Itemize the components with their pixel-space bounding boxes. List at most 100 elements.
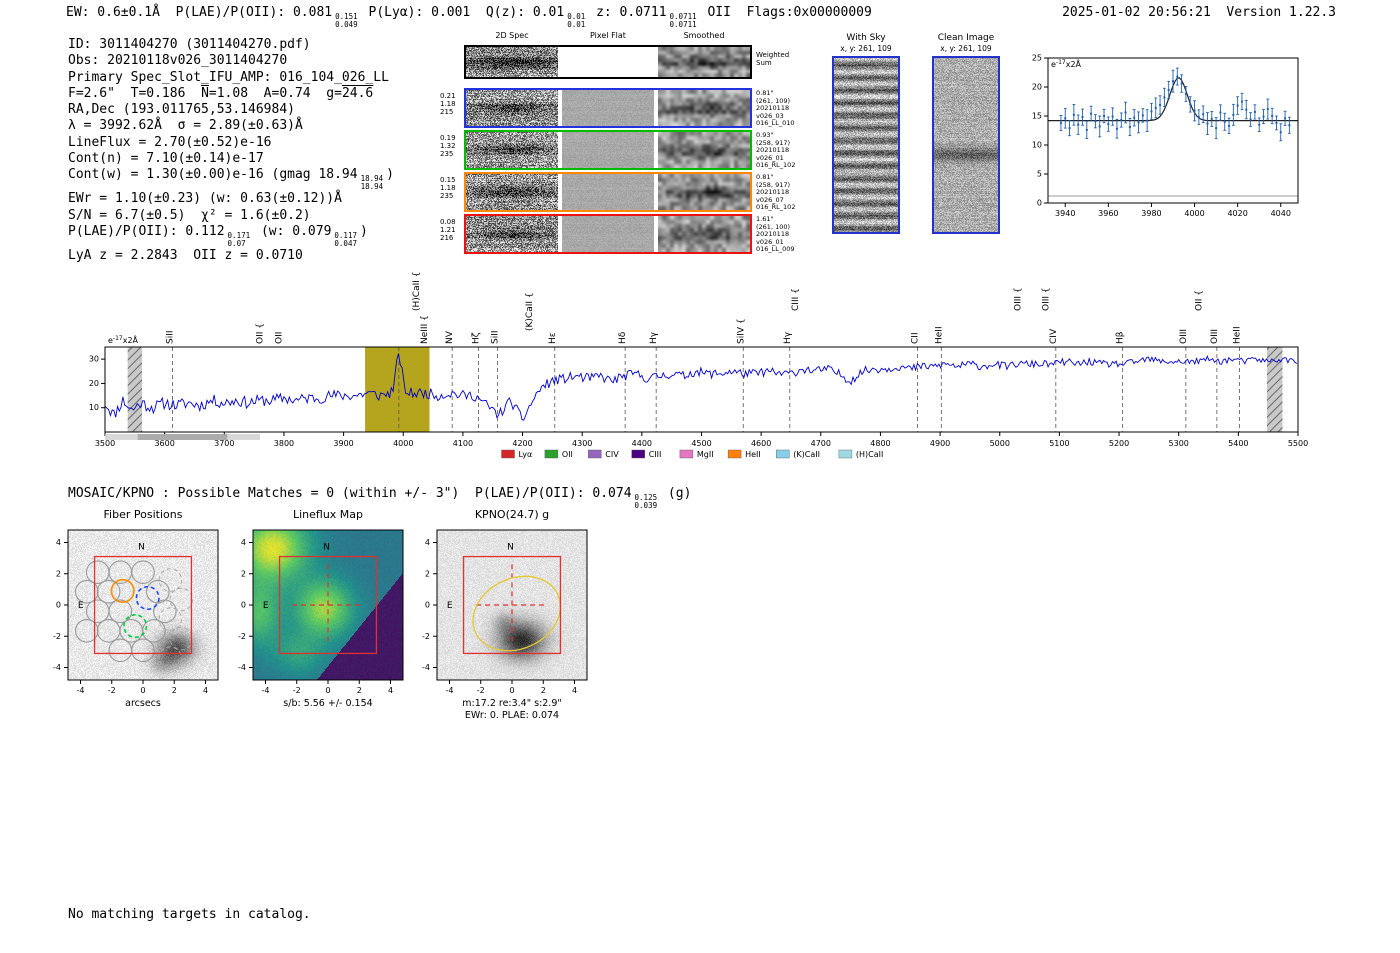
svg-text:e-17x2Å: e-17x2Å [108, 334, 139, 345]
smoothed-image [658, 132, 750, 168]
svg-text:4020: 4020 [1227, 209, 1247, 218]
full-spectrum-plot: 3500 3600 3700 3800 3900 4000 4100 4200 4300 4400… [89, 272, 1308, 460]
svg-text:(H)CaII {: (H)CaII { [412, 272, 422, 312]
lineflux-map-title: Lineflux Map [292, 508, 364, 521]
stacked-uncertainty: 0.151 0.049 [335, 12, 358, 29]
svg-text:(K)CaII: (K)CaII [793, 450, 820, 459]
kpno-overlay: N E -4 -4 -2 -2 0 0 2 2 4 4 [422, 529, 588, 695]
stacked-uncertainty: 0.01 0.01 [567, 12, 586, 29]
svg-text:OII {: OII { [255, 323, 265, 344]
footer-line-1: No matching targets in catalog. [68, 907, 311, 922]
svg-text:4300: 4300 [572, 439, 592, 448]
svg-text:4200: 4200 [512, 439, 532, 448]
spec2d-row-left-label: 0.19 1.32 235 [440, 134, 456, 158]
pixelflat-image [562, 132, 654, 168]
svg-text:-2: -2 [53, 632, 61, 641]
fiber-xlabel: arcsecs [125, 698, 161, 709]
svg-text:5000: 5000 [990, 439, 1010, 448]
svg-text:Hδ: Hδ [618, 331, 628, 344]
stacked-uncertainty: 0.125 0.039 [634, 493, 658, 510]
header-datetime-version: 2025-01-02 20:56:21 Version 1.22.3 [1062, 5, 1336, 20]
pixelflat-image [562, 90, 654, 126]
info-line: F=2.6" T=0.186 N=1.08 A=0.74 g=24.6 [68, 85, 374, 101]
spec2d-row-left-label: 0.08 1.21 216 [440, 218, 456, 242]
stacked-uncertainty: 0.117 0.047 [334, 230, 357, 248]
svg-text:4: 4 [572, 686, 577, 695]
svg-text:E: E [447, 601, 453, 611]
svg-text:5500: 5500 [1288, 439, 1308, 448]
svg-text:-2: -2 [293, 686, 301, 695]
spectrum-legend: Lyα OII CIV CIII MgII HeII (K)CaII (H)CaII [501, 449, 883, 459]
svg-text:Hγ: Hγ [783, 331, 793, 344]
svg-text:20: 20 [89, 379, 99, 388]
pixelflat-image [562, 174, 654, 210]
svg-text:Hγ: Hγ [649, 331, 659, 344]
svg-text:25: 25 [1032, 54, 1042, 63]
kpno-caption-morphology: m:17.2 re:3.4" s:2.9" [462, 698, 562, 709]
svg-text:(K)CaII {: (K)CaII { [525, 292, 535, 331]
spec2d-image [466, 216, 558, 252]
svg-text:3960: 3960 [1098, 209, 1118, 218]
detection-info-block: ID: 3011404270 (3011404270.pdf) Obs: 2021… [68, 37, 394, 264]
svg-text:5400: 5400 [1228, 439, 1248, 448]
svg-text:2: 2 [357, 686, 362, 695]
svg-text:CIV: CIV [605, 450, 619, 459]
smoothed-image [658, 47, 750, 77]
svg-text:MgII: MgII [697, 450, 714, 459]
svg-text:N: N [507, 542, 514, 552]
cleanimage-image-frame [932, 56, 1000, 234]
svg-text:3600: 3600 [154, 439, 174, 448]
svg-text:-4: -4 [238, 663, 246, 672]
svg-text:3700: 3700 [214, 439, 234, 448]
svg-text:CIII {: CIII { [791, 288, 801, 311]
svg-text:OIII {: OIII { [1042, 287, 1052, 311]
svg-text:3940: 3940 [1055, 209, 1075, 218]
spec2d-row-right-label: 0.81" (258, 917) 20210118 v026_07 016_RL_102 [756, 173, 796, 211]
svg-text:10: 10 [1032, 141, 1042, 150]
smoothed-image [658, 174, 750, 210]
svg-text:5100: 5100 [1049, 439, 1069, 448]
svg-text:4: 4 [425, 538, 430, 547]
lineflux-caption: s/b: 5.56 +/- 0.154 [283, 698, 373, 709]
info-line: S/N = 6.7(±0.5) χ² = 1.6(±0.2) [68, 207, 311, 223]
withsky-image [834, 58, 898, 232]
smoothed-image [658, 216, 750, 252]
svg-text:4100: 4100 [453, 439, 473, 448]
svg-text:3980: 3980 [1141, 209, 1161, 218]
svg-text:OII {: OII { [1194, 290, 1204, 311]
spec2d-image [466, 174, 558, 210]
svg-text:4700: 4700 [811, 439, 831, 448]
spec2d-row [464, 45, 752, 79]
info-line: LineFlux = 2.70(±0.52)e-16 [68, 134, 272, 150]
withsky-panel: With Sky x, y: 261, 109 [832, 33, 900, 234]
svg-text:4000: 4000 [1184, 209, 1204, 218]
svg-text:4400: 4400 [632, 439, 652, 448]
spec2d-row [464, 214, 752, 254]
svg-text:OII: OII [562, 450, 573, 459]
svg-text:-4: -4 [262, 686, 270, 695]
fiber-positions-overlay: N E -4 -4 -2 -2 0 0 2 2 4 4 [53, 529, 219, 695]
galaxy-fit-ellipse [472, 575, 562, 652]
errorbar-series [1059, 67, 1291, 142]
stacked-uncertainty: 18.94 18.94 [360, 174, 384, 192]
svg-text:5200: 5200 [1109, 439, 1129, 448]
svg-text:-4: -4 [422, 663, 430, 672]
svg-text:0: 0 [140, 686, 145, 695]
svg-text:0: 0 [56, 601, 61, 610]
svg-text:2: 2 [541, 686, 546, 695]
fiber-positions-panel: Fiber Positions N E -4 -4 -2 -2 0 0 2 2 4 4 arcsecs [34, 508, 244, 728]
line-fit-plot: 3940 3960 3980 4000 4020 4040 0 5 10 15 20 25 e-17x2… [1032, 54, 1299, 218]
svg-text:-2: -2 [108, 686, 116, 695]
svg-text:2: 2 [172, 686, 177, 695]
svg-text:15: 15 [1032, 112, 1042, 121]
spec2d-row-right-label: 0.81" (261, 109) 20210118 v026_03 016_LL_010 [756, 89, 795, 127]
svg-text:2: 2 [425, 569, 430, 578]
spec2d-image [466, 90, 558, 126]
svg-text:OIII {: OIII { [1014, 287, 1024, 311]
spec2d-cutouts: Weighted Sum 0.21 1.18 215 0.81" (261, 109) 202… [440, 28, 820, 263]
info-line: RA,Dec (193.011765,53.146984) [68, 102, 295, 118]
svg-text:-2: -2 [477, 686, 485, 695]
info-line: Cont(w) = 1.30(±0.00)e-16 (gmag 18.94 18.… [68, 167, 394, 192]
lineflux-map-panel: Lineflux Map N E -4 -4 -2 -2 0 0 2 2 4 4 s/b: 5.56 … [219, 508, 429, 728]
lineflux-map-overlay: N E -4 -4 -2 -2 0 0 2 2 4 4 [238, 529, 404, 695]
